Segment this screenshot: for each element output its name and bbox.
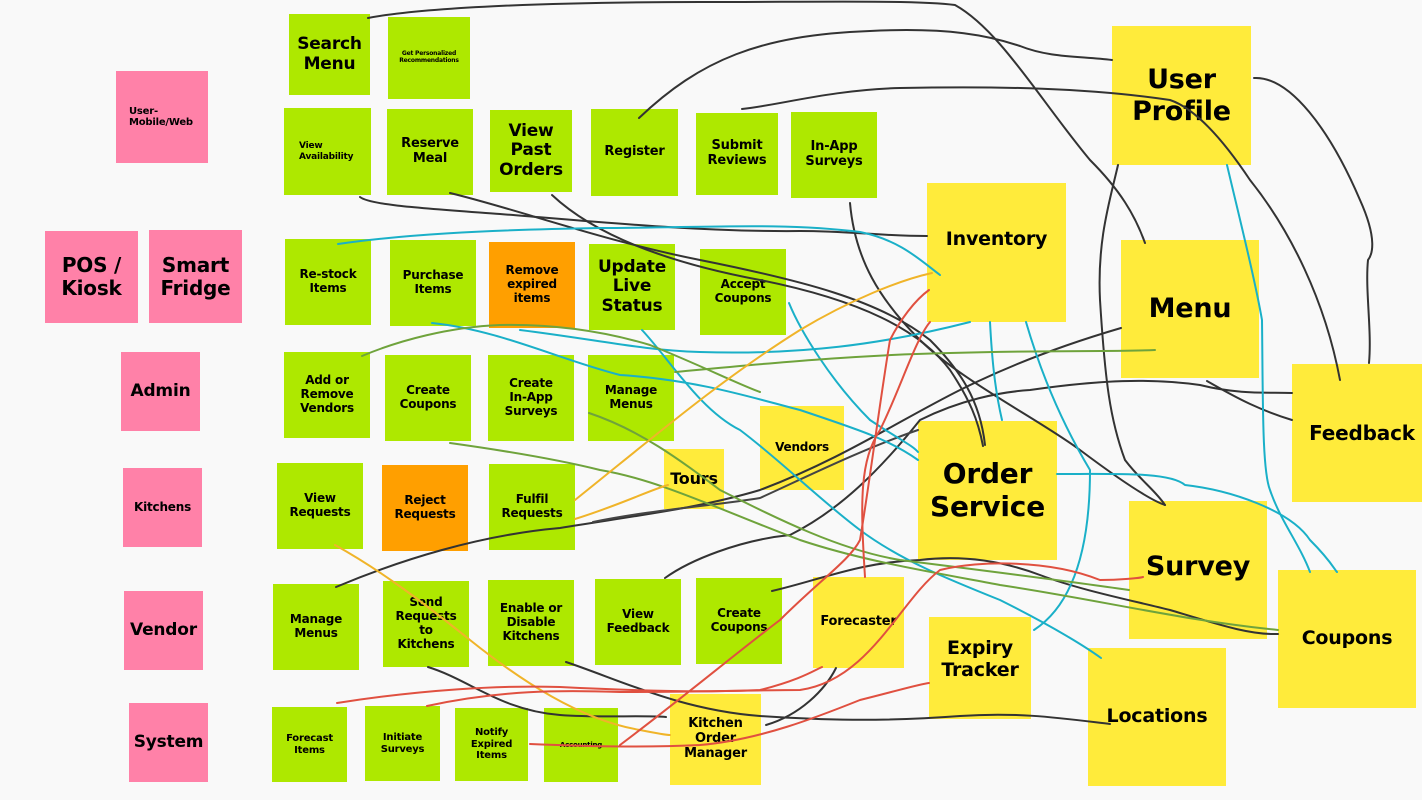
- feature-restock-items[interactable]: Re-stock Items: [285, 239, 371, 325]
- feature-view-feedback[interactable]: View Feedback: [595, 579, 681, 665]
- note-label: Locations: [1106, 705, 1208, 728]
- note-label: Manage Menus: [289, 612, 343, 640]
- feature-view-availability[interactable]: View Availability: [284, 108, 371, 195]
- note-label: Accept Coupons: [714, 277, 772, 305]
- note-label: Inventory: [945, 227, 1048, 250]
- note-label: Remove expired items: [505, 263, 559, 305]
- note-label: Get Personalized Recommendations: [399, 50, 459, 64]
- feature-update-live-status[interactable]: Update Live Status: [589, 244, 675, 330]
- feature-vendor-manage-menus[interactable]: Manage Menus: [273, 584, 359, 670]
- note-label: Create Coupons: [399, 383, 457, 411]
- note-label: Order Service: [929, 457, 1045, 523]
- actor-admin[interactable]: Admin: [121, 352, 200, 431]
- service-locations[interactable]: Locations: [1088, 648, 1226, 786]
- note-label: Initiate Surveys: [380, 732, 425, 755]
- board: User- Mobile/Web POS / Kiosk Smart Fridg…: [0, 0, 1422, 800]
- service-feedback[interactable]: Feedback: [1292, 364, 1422, 502]
- feature-purchase-items[interactable]: Purchase Items: [390, 240, 476, 326]
- note-label: Accounting: [559, 740, 603, 749]
- feature-initiate-surveys[interactable]: Initiate Surveys: [365, 706, 440, 781]
- actor-smart-fridge[interactable]: Smart Fridge: [149, 230, 242, 323]
- note-label: Search Menu: [297, 33, 362, 74]
- feature-remove-expired-items[interactable]: Remove expired items: [489, 242, 575, 328]
- note-label: User Profile: [1132, 64, 1231, 127]
- note-label: View Feedback: [606, 607, 670, 635]
- note-label: Enable or Disable Kitchens: [499, 601, 563, 643]
- note-label: POS / Kiosk: [61, 253, 122, 300]
- note-label: Notify Expired Items: [470, 727, 513, 762]
- feature-view-requests[interactable]: View Requests: [277, 463, 363, 549]
- feature-search-menu[interactable]: Search Menu: [289, 14, 370, 95]
- note-label: Vendors: [775, 440, 829, 455]
- feature-add-or-remove-vendors[interactable]: Add or Remove Vendors: [284, 352, 370, 438]
- note-label: System: [133, 731, 204, 752]
- actor-vendor[interactable]: Vendor: [124, 591, 203, 670]
- service-forecaster[interactable]: Forecaster: [813, 577, 904, 668]
- note-label: Purchase Items: [402, 268, 464, 296]
- note-label: Expiry Tracker: [941, 637, 1019, 681]
- note-label: Create Coupons: [710, 606, 768, 634]
- service-coupons[interactable]: Coupons: [1278, 570, 1416, 708]
- feature-create-in-app-surveys[interactable]: Create In-App Surveys: [488, 355, 574, 441]
- note-label: Vendor: [130, 619, 197, 640]
- feature-admin-create-coupons[interactable]: Create Coupons: [385, 355, 471, 441]
- feature-accept-coupons[interactable]: Accept Coupons: [700, 249, 786, 335]
- feature-reserve-meal[interactable]: Reserve Meal: [387, 109, 473, 195]
- feature-register[interactable]: Register: [591, 109, 678, 196]
- note-label: Coupons: [1301, 627, 1393, 650]
- service-expiry-tracker[interactable]: Expiry Tracker: [929, 617, 1031, 719]
- note-label: Send Requests to Kitchens: [395, 595, 457, 651]
- feature-accounting[interactable]: Accounting: [544, 708, 618, 782]
- feature-admin-manage-menus[interactable]: Manage Menus: [588, 355, 674, 441]
- note-label: View Past Orders: [499, 120, 563, 180]
- note-label: View Availability: [299, 141, 354, 162]
- service-tours[interactable]: Tours: [664, 449, 724, 509]
- note-label: Kitchens: [133, 499, 192, 514]
- feature-view-past-orders[interactable]: View Past Orders: [490, 110, 572, 192]
- note-label: Submit Reviews: [707, 138, 767, 168]
- note-label: User- Mobile/Web: [129, 105, 193, 129]
- feature-submit-reviews[interactable]: Submit Reviews: [696, 113, 778, 195]
- feature-in-app-surveys[interactable]: In-App Surveys: [791, 112, 877, 198]
- service-order-service[interactable]: Order Service: [918, 421, 1057, 560]
- feature-fulfil-requests[interactable]: Fulfil Requests: [489, 464, 575, 550]
- note-label: Forecast Items: [286, 733, 333, 756]
- feature-enable-or-disable-kitchens[interactable]: Enable or Disable Kitchens: [488, 580, 574, 666]
- actor-system[interactable]: System: [129, 703, 208, 782]
- note-label: Admin: [130, 380, 191, 401]
- feature-forecast-items[interactable]: Forecast Items: [272, 707, 347, 782]
- note-label: Update Live Status: [597, 256, 667, 316]
- note-label: Reserve Meal: [401, 136, 459, 166]
- service-vendors[interactable]: Vendors: [760, 406, 844, 490]
- service-survey[interactable]: Survey: [1129, 501, 1267, 639]
- note-label: Manage Menus: [604, 383, 658, 411]
- note-label: Register: [604, 144, 665, 160]
- feature-get-personalized-recommendations[interactable]: Get Personalized Recommendations: [388, 17, 470, 99]
- service-user-profile[interactable]: User Profile: [1112, 26, 1251, 165]
- note-label: View Requests: [289, 491, 351, 519]
- feature-vendor-create-coupons[interactable]: Create Coupons: [696, 578, 782, 664]
- note-label: Smart Fridge: [160, 252, 231, 300]
- actor-user-mobile-web[interactable]: User- Mobile/Web: [116, 71, 208, 163]
- note-label: Forecaster: [820, 614, 897, 630]
- note-label: Menu: [1148, 293, 1232, 325]
- actor-kitchens[interactable]: Kitchens: [123, 468, 202, 547]
- note-label: Kitchen Order Manager: [684, 716, 747, 761]
- note-label: Tours: [670, 468, 718, 488]
- actor-pos-kiosk[interactable]: POS / Kiosk: [45, 231, 138, 323]
- feature-send-requests-to-kitchens[interactable]: Send Requests to Kitchens: [383, 581, 469, 667]
- note-label: Reject Requests: [394, 493, 456, 521]
- service-inventory[interactable]: Inventory: [927, 183, 1066, 322]
- note-label: Re-stock Items: [299, 267, 357, 295]
- note-label: Feedback: [1309, 420, 1415, 445]
- feature-notify-expired-items[interactable]: Notify Expired Items: [455, 708, 528, 781]
- note-label: Fulfil Requests: [501, 492, 563, 520]
- service-menu[interactable]: Menu: [1121, 240, 1259, 378]
- note-label: In-App Surveys: [805, 139, 863, 169]
- feature-reject-requests[interactable]: Reject Requests: [382, 465, 468, 551]
- note-label: Survey: [1145, 551, 1251, 583]
- note-label: Add or Remove Vendors: [300, 373, 354, 415]
- note-label: Create In-App Surveys: [504, 376, 558, 418]
- service-kitchen-order-manager[interactable]: Kitchen Order Manager: [670, 694, 761, 785]
